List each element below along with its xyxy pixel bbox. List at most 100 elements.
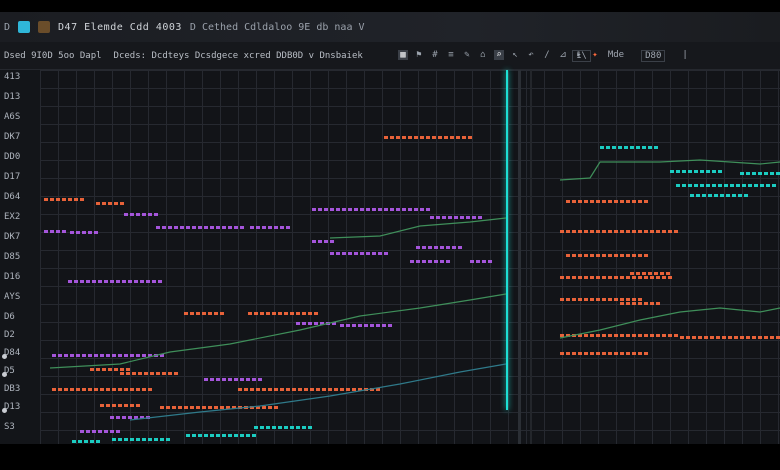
note-cyan[interactable] [192, 434, 196, 437]
note-orange[interactable] [118, 404, 122, 407]
note-orange[interactable] [202, 406, 206, 409]
note-orange[interactable] [644, 276, 648, 279]
note-orange[interactable] [566, 200, 570, 203]
note-orange[interactable] [260, 312, 264, 315]
note-cyan[interactable] [752, 172, 756, 175]
note-orange[interactable] [560, 334, 564, 337]
note-cyan[interactable] [240, 434, 244, 437]
note-cyan[interactable] [740, 172, 744, 175]
note-magenta[interactable] [312, 208, 316, 211]
note-magenta[interactable] [364, 324, 368, 327]
note-orange[interactable] [644, 254, 648, 257]
note-magenta[interactable] [370, 324, 374, 327]
note-magenta[interactable] [390, 208, 394, 211]
note-magenta[interactable] [258, 378, 262, 381]
note-orange[interactable] [578, 352, 582, 355]
note-orange[interactable] [632, 200, 636, 203]
note-magenta[interactable] [158, 280, 162, 283]
note-cyan[interactable] [210, 434, 214, 437]
note-orange[interactable] [214, 312, 218, 315]
note-orange[interactable] [578, 298, 582, 301]
note-magenta[interactable] [378, 208, 382, 211]
note-cyan[interactable] [624, 146, 628, 149]
note-cyan[interactable] [78, 440, 82, 443]
note-magenta[interactable] [148, 213, 152, 216]
note-orange[interactable] [94, 388, 98, 391]
note-orange[interactable] [764, 336, 768, 339]
note-orange[interactable] [650, 334, 654, 337]
note-cyan[interactable] [754, 184, 758, 187]
note-orange[interactable] [560, 352, 564, 355]
note-cyan[interactable] [72, 440, 76, 443]
note-orange[interactable] [590, 230, 594, 233]
note-magenta[interactable] [318, 240, 322, 243]
note-orange[interactable] [644, 334, 648, 337]
note-orange[interactable] [614, 200, 618, 203]
note-orange[interactable] [584, 276, 588, 279]
note-cyan[interactable] [772, 184, 776, 187]
note-magenta[interactable] [122, 416, 126, 419]
note-cyan[interactable] [718, 184, 722, 187]
note-cyan[interactable] [696, 194, 700, 197]
note-orange[interactable] [584, 334, 588, 337]
note-cyan[interactable] [308, 426, 312, 429]
note-magenta[interactable] [466, 216, 470, 219]
note-orange[interactable] [280, 388, 284, 391]
note-magenta[interactable] [422, 260, 426, 263]
note-orange[interactable] [100, 404, 104, 407]
note-magenta[interactable] [346, 324, 350, 327]
note-magenta[interactable] [210, 226, 214, 229]
note-magenta[interactable] [420, 208, 424, 211]
note-cyan[interactable] [694, 170, 698, 173]
note-orange[interactable] [596, 200, 600, 203]
note-magenta[interactable] [296, 322, 300, 325]
note-orange[interactable] [396, 136, 400, 139]
note-magenta[interactable] [130, 213, 134, 216]
note-magenta[interactable] [330, 240, 334, 243]
note-magenta[interactable] [312, 240, 316, 243]
note-orange[interactable] [632, 302, 636, 305]
note-orange[interactable] [632, 334, 636, 337]
note-magenta[interactable] [352, 324, 356, 327]
note-orange[interactable] [50, 198, 54, 201]
note-orange[interactable] [112, 404, 116, 407]
note-orange[interactable] [590, 276, 594, 279]
note-magenta[interactable] [152, 280, 156, 283]
note-orange[interactable] [614, 334, 618, 337]
note-magenta[interactable] [210, 378, 214, 381]
note-orange[interactable] [256, 388, 260, 391]
note-cyan[interactable] [160, 438, 164, 441]
note-orange[interactable] [52, 388, 56, 391]
note-magenta[interactable] [198, 226, 202, 229]
note-orange[interactable] [178, 406, 182, 409]
note-magenta[interactable] [470, 260, 474, 263]
note-magenta[interactable] [88, 231, 92, 234]
note-orange[interactable] [172, 406, 176, 409]
note-cyan[interactable] [96, 440, 100, 443]
note-magenta[interactable] [76, 354, 80, 357]
note-orange[interactable] [716, 336, 720, 339]
note-cyan[interactable] [726, 194, 730, 197]
note-orange[interactable] [384, 136, 388, 139]
note-cyan[interactable] [642, 146, 646, 149]
note-cyan[interactable] [142, 438, 146, 441]
note-orange[interactable] [254, 312, 258, 315]
note-magenta[interactable] [88, 354, 92, 357]
note-orange[interactable] [644, 200, 648, 203]
note-magenta[interactable] [354, 252, 358, 255]
note-orange[interactable] [420, 136, 424, 139]
note-cyan[interactable] [714, 194, 718, 197]
note-orange[interactable] [62, 198, 66, 201]
note-orange[interactable] [590, 298, 594, 301]
note-orange[interactable] [596, 334, 600, 337]
note-orange[interactable] [340, 388, 344, 391]
note-orange[interactable] [662, 334, 666, 337]
note-orange[interactable] [656, 334, 660, 337]
note-orange[interactable] [632, 230, 636, 233]
note-cyan[interactable] [154, 438, 158, 441]
note-magenta[interactable] [446, 246, 450, 249]
note-magenta[interactable] [118, 354, 122, 357]
note-magenta[interactable] [134, 416, 138, 419]
note-orange[interactable] [636, 272, 640, 275]
note-cyan[interactable] [612, 146, 616, 149]
